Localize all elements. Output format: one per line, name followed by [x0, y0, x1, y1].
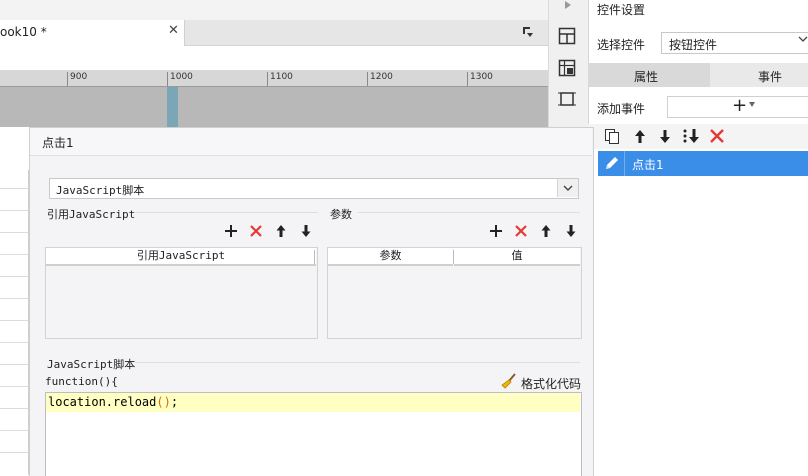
action-type-dropdown-button[interactable]	[557, 179, 578, 197]
pencil-icon[interactable]	[603, 154, 621, 172]
chevron-down-icon[interactable]	[798, 34, 808, 44]
refs-section-label: 引用JavaScript	[47, 208, 136, 221]
chevron-down-icon	[563, 185, 573, 191]
delete-icon[interactable]	[249, 224, 263, 238]
top-strip	[0, 0, 548, 20]
ruler-label: 1100	[270, 72, 293, 82]
add-icon[interactable]	[489, 224, 503, 238]
delete-icon[interactable]	[709, 128, 725, 144]
code-line-1[interactable]: location.reload();	[48, 395, 178, 409]
ruler-tick	[167, 72, 168, 86]
arrow-up-icon[interactable]	[539, 224, 553, 238]
add-event-label: 添加事件	[597, 102, 646, 116]
delete-icon[interactable]	[514, 224, 528, 238]
event-list-item-selected[interactable]	[598, 151, 808, 176]
ruler-tick	[467, 72, 468, 86]
column-separator	[314, 250, 315, 264]
value-column-header[interactable]: 值	[454, 248, 580, 266]
sheet-rows	[0, 170, 29, 475]
code-token: ;	[170, 395, 179, 409]
canvas-selection-marker	[167, 87, 178, 127]
select-widget-label: 选择控件	[597, 38, 646, 52]
broom-icon[interactable]	[500, 373, 517, 389]
format-code-button[interactable]: 格式化代码	[521, 375, 581, 392]
event-item-label: 点击1	[632, 158, 664, 172]
grid-icon[interactable]	[558, 59, 576, 77]
function-header: function(){	[45, 375, 118, 388]
ruler-label: 900	[70, 72, 88, 82]
add-icon[interactable]: +	[732, 96, 747, 116]
caret-down-icon[interactable]	[749, 102, 755, 107]
frame-icon[interactable]	[558, 90, 576, 108]
params-section-label: 参数	[330, 208, 352, 221]
workbook-tab-label: ook10 *	[0, 25, 47, 39]
param-column-header[interactable]: 参数	[328, 248, 453, 266]
arrow-up-icon[interactable]	[274, 224, 288, 238]
design-canvas[interactable]	[0, 87, 548, 127]
copy-icon[interactable]	[604, 128, 620, 144]
arrow-down-icon[interactable]	[564, 224, 578, 238]
section-divider	[135, 362, 580, 363]
dialog-titlebar	[30, 128, 592, 156]
ruler-tick	[367, 72, 368, 86]
panel-title: 控件设置	[597, 3, 646, 17]
collapse-arrow-icon[interactable]	[563, 0, 573, 10]
tab-attributes-label: 属性	[634, 70, 659, 84]
move-to-bottom-icon[interactable]	[682, 128, 700, 144]
code-parens: ()	[156, 395, 171, 409]
arrow-down-icon[interactable]	[657, 128, 673, 144]
ruler-label: 1000	[170, 72, 193, 82]
ruler-label: 1300	[470, 72, 493, 82]
section-divider	[358, 212, 580, 213]
dialog-title: 点击1	[42, 136, 74, 150]
arrow-up-icon[interactable]	[632, 128, 648, 144]
tab-close-icon[interactable]: ✕	[168, 23, 179, 38]
code-token: location.reload	[48, 395, 157, 409]
toolbar-gap	[0, 46, 548, 70]
ruler-tick	[67, 72, 68, 86]
ruler-tick	[267, 72, 268, 86]
refs-column-header[interactable]: 引用JavaScript	[46, 248, 316, 266]
item-separator	[624, 151, 625, 176]
ruler-label: 1200	[370, 72, 393, 82]
script-section-label: JavaScript脚本	[47, 358, 136, 371]
section-divider	[135, 212, 318, 213]
tab-events[interactable]: 事件	[758, 68, 782, 85]
dropdown-corner-icon[interactable]	[522, 26, 534, 38]
add-icon[interactable]	[224, 224, 238, 238]
arrow-down-icon[interactable]	[299, 224, 313, 238]
action-type-value: JavaScript脚本	[56, 184, 145, 197]
layout-icon[interactable]	[558, 27, 576, 45]
widget-select-value: 按钮控件	[669, 38, 718, 52]
